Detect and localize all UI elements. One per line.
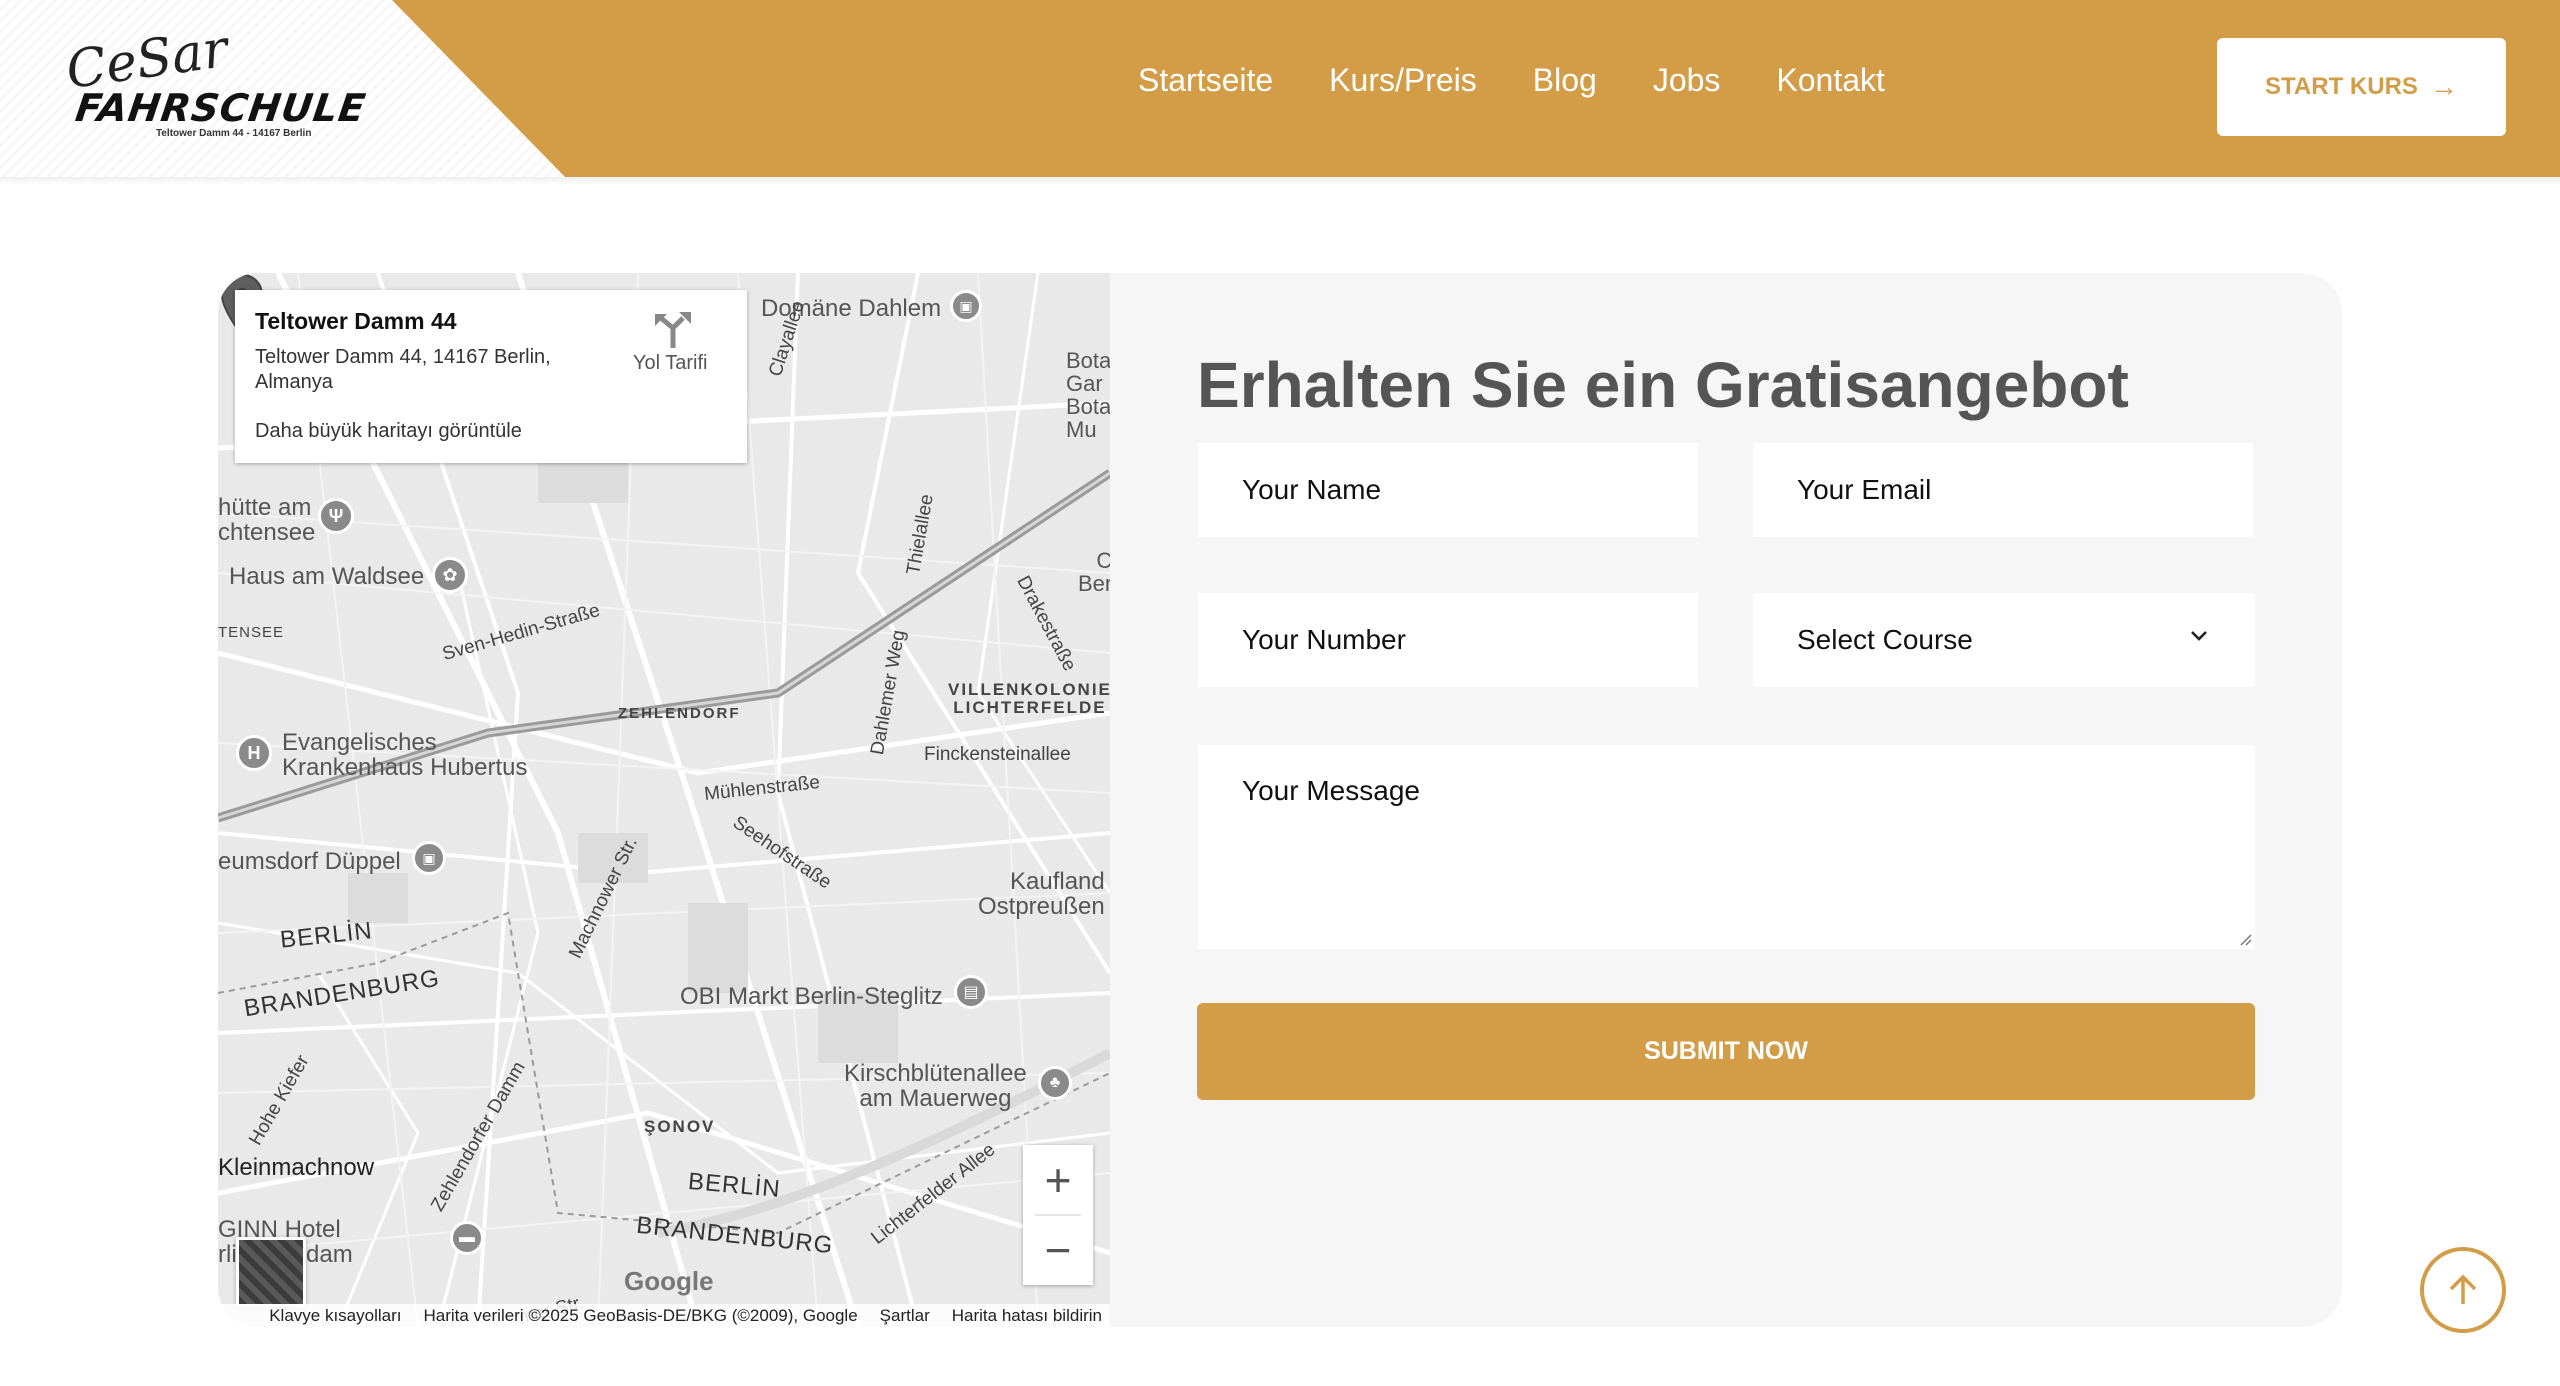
form-title: Erhalten Sie ein Gratisangebot — [1197, 349, 2129, 421]
larger-map-link[interactable]: Daha büyük haritayı görüntüle — [255, 420, 522, 443]
arrow-up-icon — [2449, 1274, 2477, 1304]
hospital-icon[interactable]: H — [236, 735, 272, 771]
nav-startseite[interactable]: Startseite — [1138, 62, 1273, 99]
message-textarea[interactable] — [1198, 745, 2255, 949]
map-label-kleinmachnow: Kleinmachnow — [218, 1154, 375, 1181]
scroll-to-top-button[interactable] — [2420, 1247, 2506, 1333]
map-place-address: Teltower Damm 44, 14167 Berlin, Almanya — [255, 346, 551, 393]
nav-blog[interactable]: Blog — [1533, 62, 1597, 99]
terms-link[interactable]: Şartlar — [880, 1306, 930, 1326]
map-label-kaufland: Kaufland Ostpreußen — [978, 868, 1105, 921]
directions-icon[interactable] — [653, 310, 693, 350]
email-input[interactable] — [1753, 443, 2253, 537]
name-input[interactable] — [1198, 443, 1698, 537]
satellite-view-toggle[interactable] — [236, 1237, 306, 1307]
arrow-right-icon: → — [2429, 71, 2458, 102]
map-label-villen: VILLENKOLONIE LICHTERFELDE — [948, 680, 1110, 717]
map-label-haus: Haus am Waldsee — [229, 563, 425, 590]
chevron-down-icon — [2191, 631, 2207, 641]
map-data-credit: Harita verileri ©2025 GeoBasis-DE/BKG (©… — [423, 1306, 858, 1325]
logo-tagline: Teltower Damm 44 - 14167 Berlin — [156, 128, 312, 139]
directions-label[interactable]: Yol Tarifi — [633, 352, 708, 375]
art-gallery-icon[interactable]: ✿ — [432, 557, 468, 593]
map-label-bota: Bota Gar Bota Mu — [1066, 348, 1110, 443]
hotel-icon[interactable]: ▬ — [450, 1221, 484, 1255]
map-label-kirsch: Kirschblütenallee am Mauerweg — [844, 1060, 1027, 1113]
header-shadow — [0, 177, 2560, 185]
park-icon[interactable]: ♣ — [1038, 1066, 1072, 1100]
map-label-dueppel: eumsdorf Düppel — [218, 848, 401, 875]
zoom-in-button[interactable]: + — [1023, 1145, 1093, 1215]
map-label-obi: OBI Markt Berlin-Steglitz — [680, 983, 943, 1010]
map-label-sonov: ŞONOV — [644, 1117, 716, 1136]
logo-wordmark: FAHRSCHULE — [72, 86, 369, 130]
map-attribution: Klavye kısayolları Harita verileri ©2025… — [218, 1304, 1110, 1328]
map-label-ber: C Ber — [1078, 548, 1110, 597]
map-zoom-controls: + − — [1023, 1145, 1093, 1285]
nav-kurs-preis[interactable]: Kurs/Preis — [1329, 62, 1477, 99]
report-map-error-link[interactable]: Harita hatası bildirin — [952, 1306, 1102, 1326]
map-label-zehlendorf: ZEHLENDORF — [618, 705, 741, 722]
museum-icon[interactable]: ▣ — [412, 841, 446, 875]
site-logo[interactable]: CeSar FAHRSCHULE Teltower Damm 44 - 1416… — [60, 19, 369, 145]
resize-grip-icon[interactable] — [2238, 932, 2252, 946]
submit-button[interactable]: SUBMIT NOW — [1197, 1003, 2255, 1100]
zoom-out-button[interactable]: − — [1023, 1215, 1093, 1285]
nav-kontakt[interactable]: Kontakt — [1776, 62, 1885, 99]
nav-jobs[interactable]: Jobs — [1653, 62, 1721, 99]
course-select-value: Select Course — [1797, 624, 1973, 655]
keyboard-shortcuts-link[interactable]: Klavye kısayolları — [269, 1306, 401, 1326]
map-info-card: Teltower Damm 44 Teltower Damm 44, 14167… — [235, 290, 747, 463]
start-kurs-label: START KURS — [2265, 73, 2418, 100]
course-select[interactable]: Select Course — [1753, 593, 2255, 687]
shopping-icon[interactable]: ▤ — [954, 975, 988, 1009]
number-input[interactable] — [1198, 593, 1698, 687]
museum-icon[interactable]: ▣ — [950, 290, 982, 322]
google-logo: Google — [624, 1266, 714, 1296]
map-label-hutte: hütte am chtensee — [218, 494, 316, 547]
start-kurs-button[interactable]: START KURS → — [2217, 38, 2506, 136]
map-label-finck: Finckensteinallee — [924, 744, 1071, 765]
main-nav: Startseite Kurs/Preis Blog Jobs Kontakt — [1110, 62, 1913, 99]
map-label-tensee: TENSEE — [218, 624, 285, 641]
map-place-title: Teltower Damm 44 — [255, 308, 457, 334]
map-label-evang: Evangelisches Krankenhaus Hubertus — [282, 729, 528, 782]
restaurant-icon[interactable]: Ψ — [318, 498, 354, 534]
